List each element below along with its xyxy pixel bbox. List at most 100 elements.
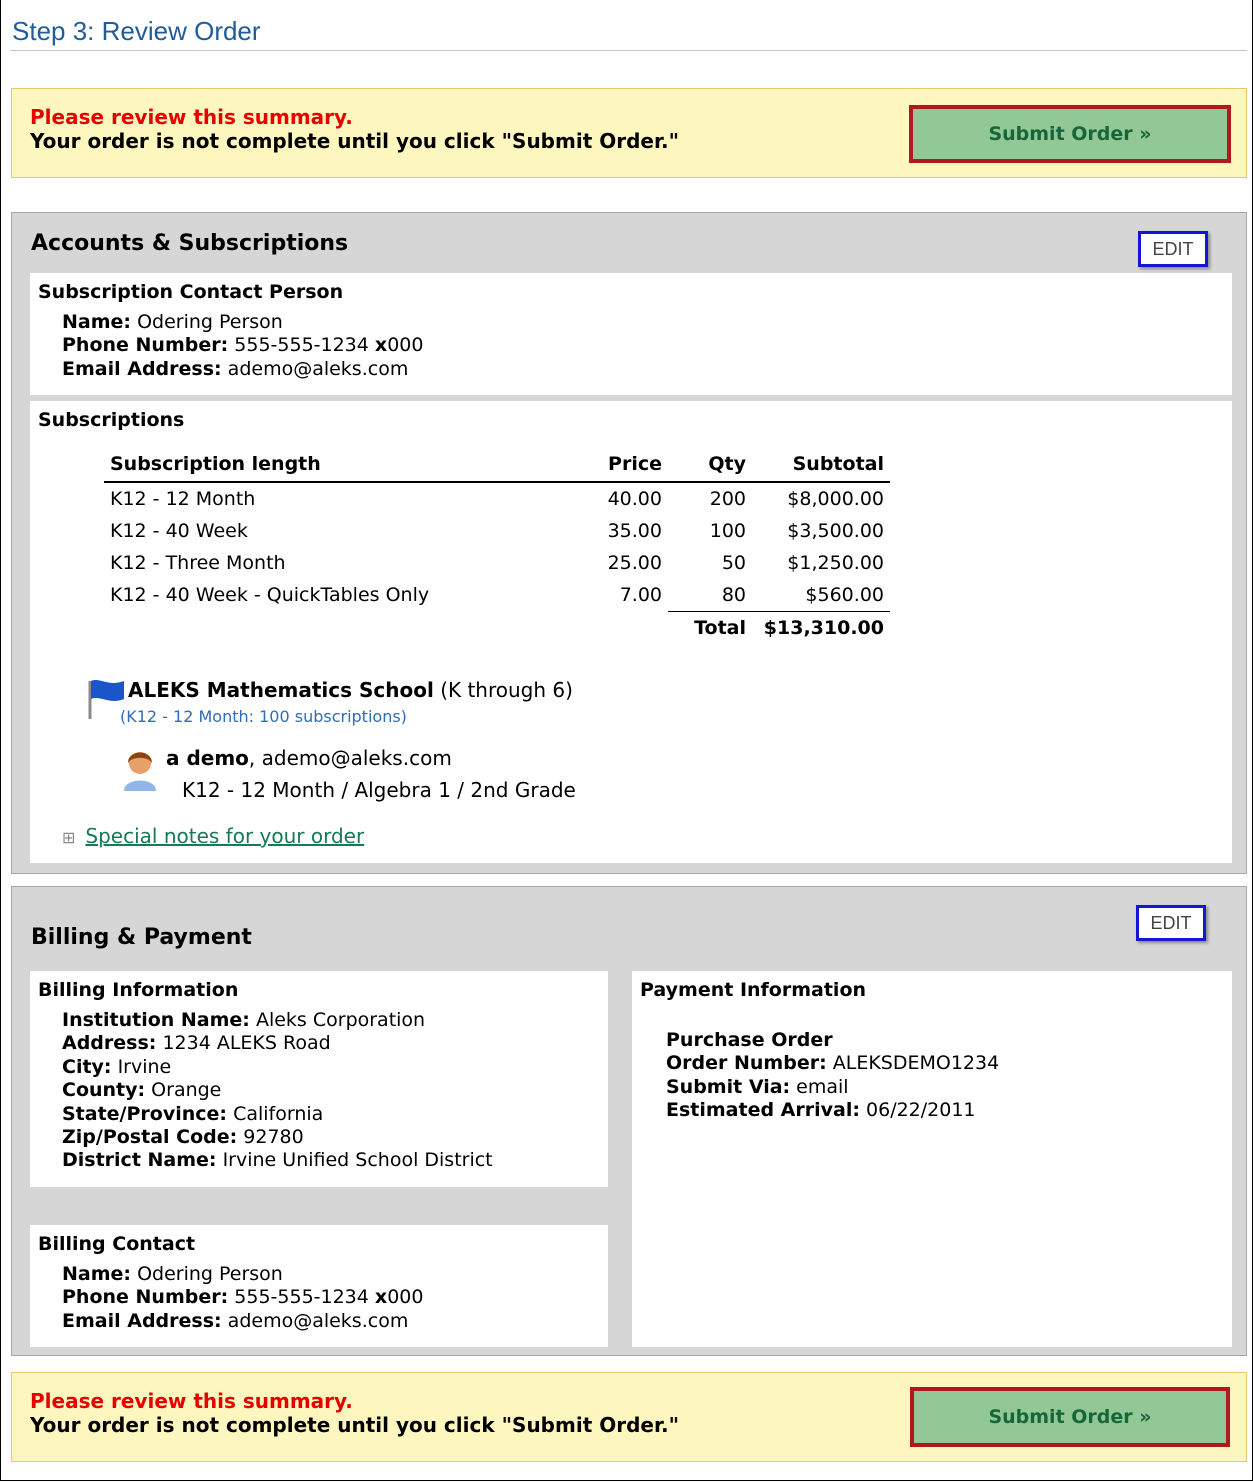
total-row: Total $13,310.00 — [104, 611, 890, 644]
field-label: Address: — [62, 1032, 157, 1055]
field-label: Estimated Arrival: — [666, 1099, 860, 1122]
field-value: 92780 — [243, 1126, 304, 1149]
user-email: , ademo@aleks.com — [248, 746, 452, 770]
review-notice-bottom: Please review this summary. Your order i… — [11, 1372, 1247, 1462]
table-header-row: Subscription length Price Qty Subtotal — [104, 453, 890, 483]
col-subscription-length: Subscription length — [104, 453, 586, 483]
email-label: Email Address: — [62, 357, 222, 380]
payment-information-panel: Payment Information Purchase Order Order… — [632, 971, 1232, 1347]
field-label: Submit Via: — [666, 1075, 791, 1098]
phone-ext-value: 000 — [387, 1286, 424, 1309]
user-assignment: K12 - 12 Month / Algebra 1 / 2nd Grade — [182, 778, 576, 802]
payment-info-heading: Payment Information — [640, 979, 867, 1001]
phone-ext-label: x — [374, 1286, 388, 1309]
special-notes-link[interactable]: Special notes for your order — [85, 824, 364, 848]
notice-warning: Please review this summary. — [30, 105, 353, 129]
row-qty: 50 — [721, 552, 746, 574]
user-icon — [120, 747, 160, 799]
submit-order-button-bottom[interactable]: Submit Order » — [910, 1387, 1230, 1447]
field-label: State/Province: — [62, 1102, 228, 1125]
row-price: 40.00 — [607, 488, 662, 510]
billing-contact-heading: Billing Contact — [38, 1233, 196, 1255]
field-value: 06/22/2011 — [866, 1099, 976, 1122]
row-price: 35.00 — [607, 520, 662, 542]
billing-information-panel: Billing Information Institution Name: Al… — [30, 971, 608, 1187]
row-length: K12 - 40 Week — [110, 520, 248, 542]
subscription-contact-panel: Subscription Contact Person Name: Oderin… — [30, 273, 1232, 395]
name-label: Name: — [62, 1263, 132, 1285]
name-label: Name: — [62, 311, 132, 333]
edit-billing-button[interactable]: EDIT — [1136, 905, 1206, 941]
phone-label: Phone Number: — [62, 334, 229, 357]
field-value: Irvine Unified School District — [222, 1149, 493, 1172]
field-label: Zip/Postal Code: — [62, 1126, 238, 1149]
total-label: Total — [668, 611, 752, 644]
field-label: Institution Name: — [62, 1009, 250, 1031]
phone-ext-label: x — [374, 334, 388, 357]
row-subtotal: $1,250.00 — [787, 552, 884, 574]
phone-value: 555-555-1234 — [234, 334, 369, 357]
row-qty: 80 — [721, 584, 746, 606]
subscriptions-panel: Subscriptions Subscription length Price … — [30, 401, 1232, 863]
total-value: $13,310.00 — [752, 611, 890, 644]
table-row: K12 - 40 Week 35.00 100 $3,500.00 — [104, 515, 890, 547]
field-label: City: — [62, 1055, 112, 1078]
row-qty: 200 — [709, 488, 746, 510]
billing-payment-section: Billing & Payment EDIT Billing Informati… — [11, 886, 1247, 1356]
row-length: K12 - 12 Month — [110, 488, 256, 510]
user-name: a demo — [166, 746, 249, 770]
expand-icon[interactable]: ⊞ — [62, 828, 75, 847]
email-value: ademo@aleks.com — [227, 357, 409, 380]
school-grades: (K through 6) — [440, 678, 573, 702]
row-subtotal: $8,000.00 — [787, 488, 884, 510]
phone-ext-value: 000 — [387, 334, 424, 357]
notice-warning: Please review this summary. — [30, 1389, 353, 1413]
field-value: ALEKSDEMO1234 — [832, 1052, 1000, 1075]
payment-method: Purchase Order — [666, 1029, 833, 1051]
field-value: 1234 ALEKS Road — [162, 1032, 331, 1055]
col-subtotal: Subtotal — [752, 453, 890, 483]
notice-instruction: Your order is not complete until you cli… — [30, 129, 679, 153]
billing-info-fields: Institution Name: Aleks Corporation Addr… — [62, 1009, 493, 1173]
row-length: K12 - Three Month — [110, 552, 286, 574]
phone-value: 555-555-1234 — [234, 1286, 369, 1309]
user-line: a demo, ademo@aleks.com — [166, 746, 452, 770]
name-value: Odering Person — [137, 1263, 283, 1285]
row-length: K12 - 40 Week - QuickTables Only — [110, 584, 430, 607]
row-subtotal: $3,500.00 — [787, 520, 884, 542]
review-notice-top: Please review this summary. Your order i… — [11, 88, 1247, 178]
row-price: 7.00 — [619, 584, 662, 607]
special-notes-row: ⊞ Special notes for your order — [62, 824, 364, 849]
field-value: email — [796, 1075, 849, 1098]
page-title: Step 3: Review Order — [12, 16, 261, 46]
field-value: California — [233, 1102, 324, 1125]
school-subscription-detail: (K12 - 12 Month: 100 subscriptions) — [120, 707, 407, 726]
section-title-billing: Billing & Payment — [31, 925, 252, 950]
contact-details: Name: Odering Person Phone Number: 555-5… — [62, 311, 423, 381]
accounts-subscriptions-section: Accounts & Subscriptions EDIT Subscripti… — [11, 212, 1247, 874]
table-row: K12 - 40 Week - QuickTables Only 7.00 80… — [104, 579, 890, 612]
school-name-line: ALEKS Mathematics School (K through 6) — [128, 678, 573, 702]
col-price: Price — [586, 453, 668, 483]
row-price: 25.00 — [607, 552, 662, 574]
email-label: Email Address: — [62, 1309, 222, 1332]
billing-contact-details: Name: Odering Person Phone Number: 555-5… — [62, 1263, 423, 1333]
submit-order-button[interactable]: Submit Order » — [909, 105, 1231, 163]
contact-heading: Subscription Contact Person — [38, 281, 344, 303]
field-label: District Name: — [62, 1149, 217, 1172]
payment-fields: Purchase Order Order Number: ALEKSDEMO12… — [666, 1029, 999, 1123]
row-qty: 100 — [709, 520, 746, 542]
table-row: K12 - Three Month 25.00 50 $1,250.00 — [104, 547, 890, 579]
field-label: Order Number: — [666, 1052, 827, 1075]
name-value: Odering Person — [137, 311, 283, 333]
subscriptions-heading: Subscriptions — [38, 409, 185, 431]
subscriptions-table: Subscription length Price Qty Subtotal K… — [104, 453, 890, 644]
billing-contact-panel: Billing Contact Name: Odering Person Pho… — [30, 1225, 608, 1347]
field-value: Orange — [151, 1079, 222, 1102]
row-subtotal: $560.00 — [805, 584, 884, 606]
edit-accounts-button[interactable]: EDIT — [1138, 231, 1208, 267]
notice-instruction: Your order is not complete until you cli… — [30, 1413, 679, 1437]
school-name: ALEKS Mathematics School — [128, 678, 434, 702]
field-label: County: — [62, 1079, 146, 1102]
section-title-accounts: Accounts & Subscriptions — [31, 231, 349, 256]
